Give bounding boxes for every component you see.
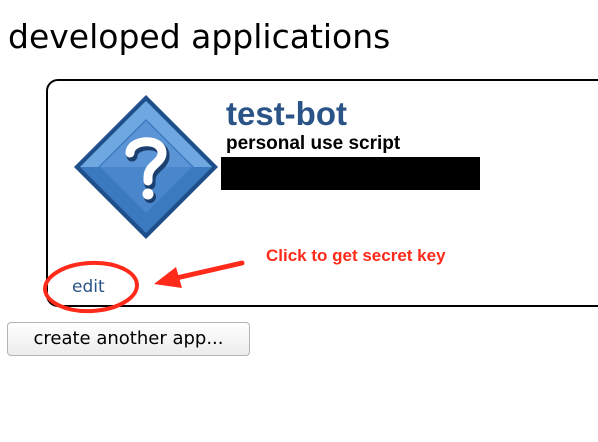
annotation-text: Click to get secret key [266,246,446,265]
edit-link[interactable]: edit [72,276,105,298]
create-another-app-button[interactable]: create another app... [7,322,250,356]
page: developed applications test-bot personal… [0,0,598,442]
app-type: personal use script [226,133,401,154]
redacted-client-id [221,157,480,190]
section-heading: developed applications [8,17,391,56]
app-name: test-bot [226,95,347,132]
annotation-arrow-icon [154,260,245,288]
question-mark-diamond-icon [74,95,218,239]
